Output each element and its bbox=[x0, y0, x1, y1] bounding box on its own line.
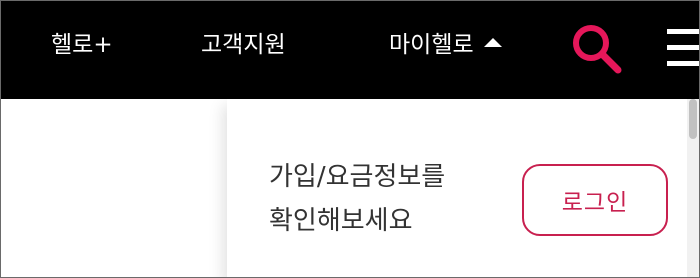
login-prompt-line-2: 확인해보세요 bbox=[269, 206, 413, 236]
nav-item-my-hello[interactable]: 마이헬로 bbox=[389, 25, 502, 65]
vertical-scrollbar[interactable] bbox=[687, 99, 699, 277]
my-hello-dropdown-panel: 가입/요금정보를 확인해보세요 로그인 bbox=[227, 99, 687, 277]
top-navigation-bar: 헬로+ 고객지원 마이헬로 bbox=[1, 1, 699, 99]
login-prompt-line-1: 가입/요금정보를 bbox=[269, 162, 446, 192]
nav-item-hello-plus[interactable]: 헬로+ bbox=[51, 25, 113, 65]
nav-item-label: 고객지원 bbox=[201, 32, 286, 58]
caret-up-icon bbox=[483, 38, 502, 47]
login-prompt-text: 가입/요금정보를 확인해보세요 bbox=[269, 155, 509, 243]
menu-button[interactable] bbox=[667, 27, 699, 71]
browser-viewport: 헬로+ 고객지원 마이헬로 가입/요금정보를 확인해보세요 로그인 bbox=[0, 0, 700, 278]
search-button[interactable] bbox=[569, 21, 625, 77]
login-button[interactable]: 로그인 bbox=[522, 164, 668, 236]
search-icon bbox=[573, 25, 622, 74]
nav-item-customer-support[interactable]: 고객지원 bbox=[201, 25, 286, 65]
scrollbar-thumb[interactable] bbox=[689, 99, 697, 139]
nav-item-label: 헬로+ bbox=[51, 32, 113, 58]
nav-item-label: 마이헬로 bbox=[389, 32, 474, 58]
